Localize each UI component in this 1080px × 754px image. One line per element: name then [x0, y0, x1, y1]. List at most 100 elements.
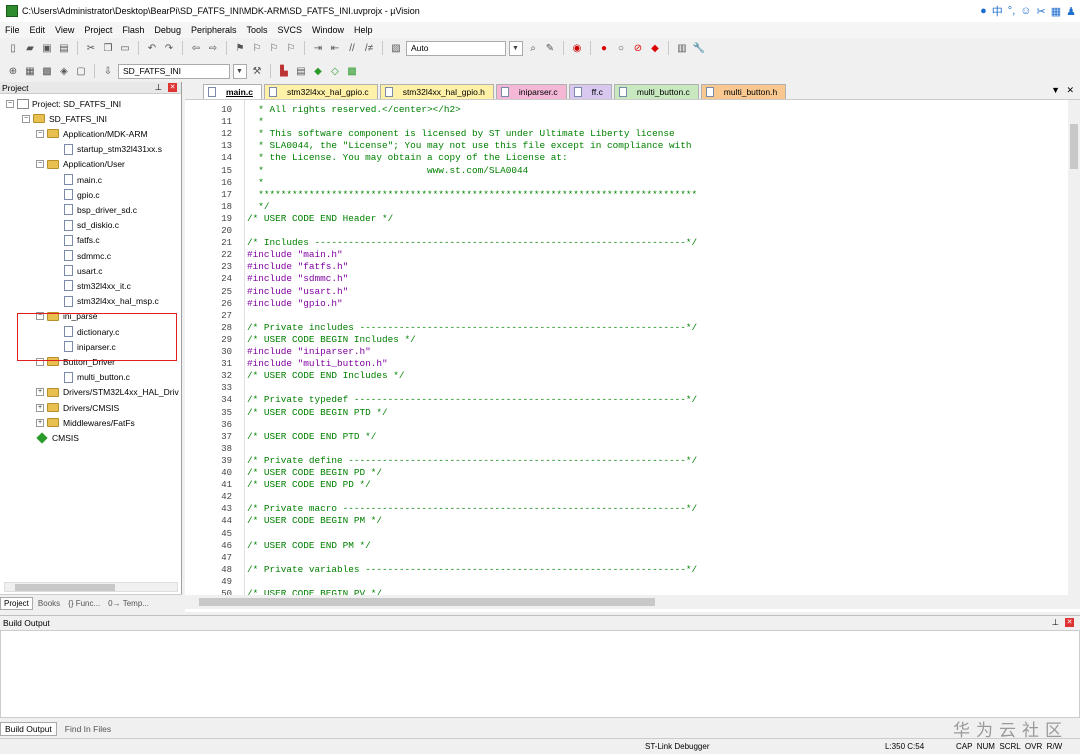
- expand-toggle-icon[interactable]: +: [36, 418, 44, 427]
- code-line[interactable]: */: [247, 201, 269, 213]
- build-output-tab[interactable]: Find In Files: [61, 723, 115, 735]
- tools-icon[interactable]: ✂: [1037, 5, 1046, 18]
- bookmark-icon[interactable]: ⚑: [233, 41, 247, 55]
- menu-flash[interactable]: Flash: [117, 25, 149, 35]
- tree-item[interactable]: stm32l4xx_hal_msp.c: [64, 294, 159, 309]
- ime-tray[interactable]: ● 中 °, ☺ ✂ ▦ ♟: [980, 3, 1076, 19]
- menu-window[interactable]: Window: [307, 25, 349, 35]
- save-icon[interactable]: ▣: [40, 41, 54, 55]
- editor-hscrollbar[interactable]: [185, 595, 1080, 609]
- menu-edit[interactable]: Edit: [25, 25, 51, 35]
- code-line[interactable]: * All rights reserved.</center></h2>: [247, 104, 461, 116]
- tree-item[interactable]: fatfs.c: [64, 233, 100, 248]
- ime-chinese-icon[interactable]: 中: [992, 3, 1003, 19]
- editor-tab[interactable]: multi_button.h: [700, 84, 787, 99]
- expand-toggle-icon[interactable]: −: [6, 99, 14, 108]
- tree-item[interactable]: sdmmc.c: [64, 248, 111, 263]
- manage-components-icon[interactable]: ◆: [311, 64, 325, 78]
- tree-item[interactable]: + Middlewares/FatFs: [36, 415, 135, 430]
- pin-icon[interactable]: ⊥: [155, 82, 162, 93]
- expand-toggle-icon[interactable]: −: [36, 129, 44, 138]
- tree-item[interactable]: gpio.c: [64, 187, 100, 202]
- nav-back-icon[interactable]: ⇦: [189, 41, 203, 55]
- code-line[interactable]: /* Private includes --------------------…: [247, 322, 697, 334]
- copy-icon[interactable]: ❐: [101, 41, 115, 55]
- code-line[interactable]: * www.st.com/SLA0044: [247, 165, 528, 177]
- bookmark-prev-icon[interactable]: ⚐: [250, 41, 264, 55]
- tree-item[interactable]: + Drivers/CMSIS: [36, 400, 119, 415]
- incremental-find-icon[interactable]: ✎: [543, 41, 557, 55]
- target-options-icon[interactable]: ▧: [389, 41, 403, 55]
- code-line[interactable]: /* USER CODE BEGIN PD */: [247, 467, 382, 479]
- tree-item[interactable]: usart.c: [64, 263, 103, 278]
- find-in-files-icon[interactable]: ⌕: [526, 41, 540, 55]
- menu-file[interactable]: File: [0, 25, 25, 35]
- code-line[interactable]: /* USER CODE BEGIN PM */: [247, 515, 382, 527]
- menu-svcs[interactable]: SVCS: [273, 25, 308, 35]
- expand-toggle-icon[interactable]: −: [36, 160, 44, 169]
- scroll-thumb[interactable]: [15, 584, 115, 591]
- code-line[interactable]: #include "multi_button.h": [247, 358, 388, 370]
- code-line[interactable]: /* USER CODE BEGIN Includes */: [247, 334, 416, 346]
- bookmark-next-icon[interactable]: ⚐: [267, 41, 281, 55]
- menu-debug[interactable]: Debug: [149, 25, 186, 35]
- editor-tab[interactable]: stm32l4xx_hal_gpio.c: [263, 84, 378, 99]
- project-tree-hscrollbar[interactable]: [4, 582, 178, 592]
- code-line[interactable]: #include "iniparser.h": [247, 346, 371, 358]
- scroll-thumb[interactable]: [199, 598, 655, 606]
- build-icon[interactable]: ▦: [23, 64, 37, 78]
- code-line[interactable]: #include "gpio.h": [247, 298, 343, 310]
- new-file-icon[interactable]: ▯: [6, 41, 20, 55]
- code-line[interactable]: /* USER CODE BEGIN PV */: [247, 588, 382, 595]
- code-line[interactable]: /* Private typedef ---------------------…: [247, 394, 697, 406]
- close-icon[interactable]: ✕: [168, 83, 177, 92]
- code-line[interactable]: /* USER CODE END Header */: [247, 213, 393, 225]
- stop-build-icon[interactable]: ▢: [74, 64, 88, 78]
- tree-item[interactable]: CMSIS: [36, 430, 79, 445]
- cut-icon[interactable]: ✂: [84, 41, 98, 55]
- batch-build-icon[interactable]: ◈: [57, 64, 71, 78]
- code-line[interactable]: #include "sdmmc.h": [247, 273, 348, 285]
- build-output-pane[interactable]: [0, 630, 1080, 718]
- code-line[interactable]: /* USER CODE END PTD */: [247, 431, 376, 443]
- nav-forward-icon[interactable]: ⇨: [206, 41, 220, 55]
- code-line[interactable]: #include "fatfs.h": [247, 261, 348, 273]
- breakpoint-disable-icon[interactable]: ○: [614, 41, 628, 55]
- uncomment-icon[interactable]: /≠: [362, 41, 376, 55]
- account-icon[interactable]: ♟: [1066, 5, 1076, 18]
- build-output-tab[interactable]: Build Output: [0, 722, 57, 736]
- manage-project-icon[interactable]: ▙: [277, 64, 291, 78]
- download-icon[interactable]: ⇩: [101, 64, 115, 78]
- window-layout-icon[interactable]: ▥: [675, 41, 689, 55]
- code-line[interactable]: /* USER CODE BEGIN PTD */: [247, 407, 388, 419]
- debug-session-icon[interactable]: ◉: [570, 41, 584, 55]
- code-line[interactable]: #include "main.h": [247, 249, 343, 261]
- tree-item[interactable]: multi_button.c: [64, 370, 130, 385]
- punctuation-icon[interactable]: °,: [1008, 5, 1015, 17]
- editor-tab[interactable]: iniparser.c: [495, 84, 567, 99]
- code-line[interactable]: *: [247, 116, 264, 128]
- code-line[interactable]: *: [247, 177, 264, 189]
- code-line[interactable]: /* USER CODE END PM */: [247, 540, 371, 552]
- tree-item[interactable]: + Drivers/STM32L4xx_HAL_Driv: [36, 385, 179, 400]
- select-packs-icon[interactable]: ▩: [345, 64, 359, 78]
- open-file-icon[interactable]: ▰: [23, 41, 37, 55]
- breakpoint-kill-icon[interactable]: ⊘: [631, 41, 645, 55]
- comment-icon[interactable]: //: [345, 41, 359, 55]
- find-combo-dropdown[interactable]: ▼: [509, 40, 523, 56]
- tree-item[interactable]: main.c: [64, 172, 102, 187]
- code-line[interactable]: ****************************************…: [247, 189, 697, 201]
- options-for-target-icon[interactable]: ⚒: [250, 64, 264, 78]
- translate-icon[interactable]: ⊕: [6, 64, 20, 78]
- user-icon[interactable]: ●: [980, 5, 987, 17]
- editor-tab[interactable]: multi_button.c: [613, 84, 699, 99]
- undo-icon[interactable]: ↶: [145, 41, 159, 55]
- code-area[interactable]: * All rights reserved.</center></h2> * *…: [247, 100, 1057, 595]
- find-combo[interactable]: Auto: [406, 40, 506, 56]
- pack-installer-icon[interactable]: ◇: [328, 64, 342, 78]
- tree-item[interactable]: − SD_FATFS_INI: [22, 111, 107, 126]
- indent-icon[interactable]: ⇥: [311, 41, 325, 55]
- expand-toggle-icon[interactable]: +: [36, 403, 44, 412]
- paste-icon[interactable]: ▭: [118, 41, 132, 55]
- menu-tools[interactable]: Tools: [241, 25, 272, 35]
